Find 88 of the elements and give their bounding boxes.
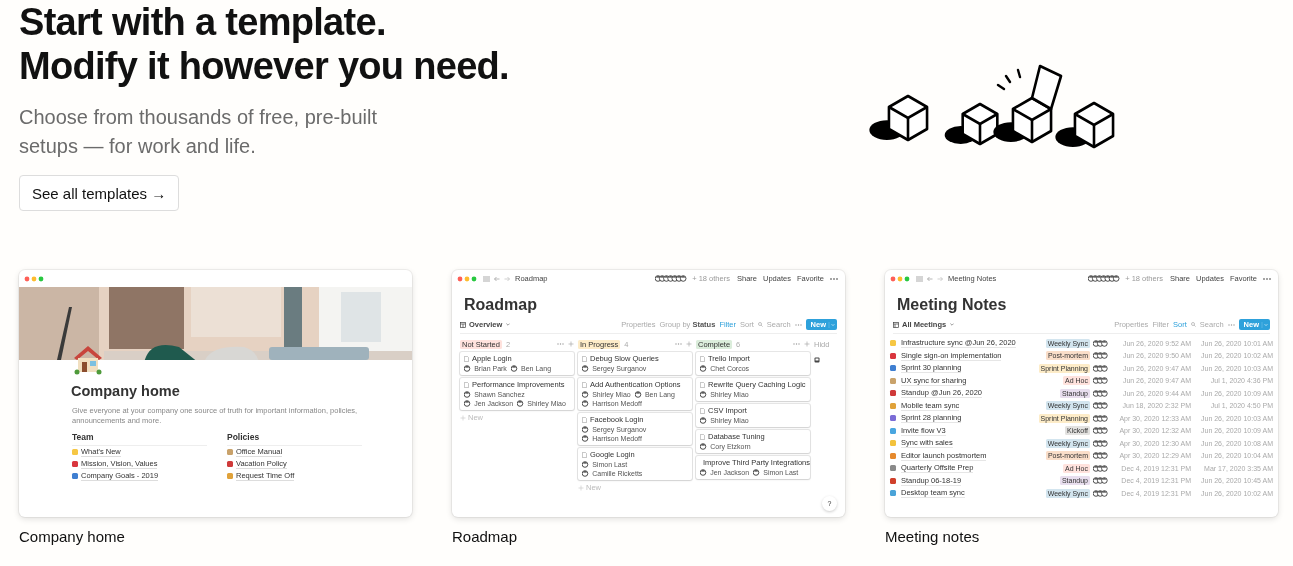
chevron-down-icon[interactable] — [1261, 321, 1269, 328]
inbox-icon — [814, 357, 820, 363]
avatar-icon — [582, 400, 591, 407]
heading-line: Start with a template. — [19, 0, 387, 44]
avatar-icon — [700, 391, 709, 398]
avatar-group-icon — [1093, 339, 1110, 347]
menu-icon[interactable] — [483, 275, 490, 282]
more-icon[interactable] — [830, 277, 838, 280]
subtitle-line: setups — for work and life. — [19, 134, 257, 159]
chevron-down-icon[interactable] — [950, 323, 955, 326]
avatar-group-icon — [1093, 364, 1110, 372]
document-icon — [700, 433, 705, 440]
avatar-icon — [582, 435, 591, 442]
document-icon — [700, 407, 705, 414]
more-icon[interactable] — [1227, 323, 1235, 326]
avatar-group-icon — [1087, 275, 1122, 282]
document-icon — [582, 381, 587, 388]
more-icon[interactable] — [1263, 277, 1271, 280]
document-icon — [582, 451, 587, 458]
window-controls-icon[interactable] — [457, 275, 479, 282]
avatar-group-icon — [1093, 452, 1110, 460]
document-icon — [582, 355, 587, 362]
plus-icon[interactable] — [460, 414, 466, 421]
see-templates-button[interactable]: See all templates → — [19, 175, 180, 211]
table-view-icon — [893, 321, 899, 328]
avatar-icon — [700, 443, 709, 450]
avatar-icon — [582, 365, 591, 372]
avatar-group-icon — [1093, 439, 1110, 447]
avatar-icon — [510, 365, 520, 372]
template-preview[interactable] — [452, 270, 845, 517]
document-icon — [700, 381, 705, 388]
page-title: Meeting Notes — [897, 295, 1008, 315]
avatar-group-icon — [1093, 377, 1110, 385]
page-title: Company home — [71, 383, 181, 399]
heading-line: Modify it however you need. — [19, 44, 510, 88]
avatar-icon — [464, 365, 473, 372]
template-preview[interactable] — [885, 270, 1278, 517]
page-title: Roadmap — [464, 295, 538, 315]
section-heading: Team — [72, 432, 207, 446]
menu-icon[interactable] — [916, 275, 923, 282]
document-icon — [700, 355, 705, 362]
avatar-group-icon — [1093, 477, 1110, 485]
avatar-group-icon — [1093, 402, 1110, 410]
window-controls-icon[interactable] — [24, 275, 46, 282]
chevron-down-icon[interactable] — [828, 321, 836, 328]
avatar-icon — [700, 469, 709, 476]
avatar-group-icon — [1093, 464, 1110, 472]
search-icon[interactable] — [757, 322, 763, 327]
avatar-icon — [464, 400, 473, 407]
subtitle-line: Choose from thousands of free, pre-built — [19, 105, 378, 130]
more-icon[interactable] — [794, 323, 802, 326]
avatar-icon — [464, 391, 473, 398]
chevron-down-icon[interactable] — [506, 323, 511, 326]
plus-icon[interactable] — [568, 341, 574, 347]
template-caption[interactable]: Company home — [19, 528, 412, 545]
avatar-icon — [634, 391, 643, 398]
template-preview[interactable] — [19, 270, 412, 517]
window-controls-icon[interactable] — [890, 275, 912, 282]
document-icon — [582, 416, 587, 423]
avatar-icon — [582, 426, 591, 433]
avatar-icon — [582, 461, 591, 468]
avatar-group-icon — [1093, 414, 1110, 422]
board-view-icon — [460, 321, 466, 328]
avatar-icon — [700, 365, 709, 372]
avatar-icon — [753, 469, 762, 476]
avatar-icon — [582, 391, 591, 398]
section-heading: Policies — [227, 432, 362, 446]
back-arrow-icon[interactable] — [927, 275, 933, 282]
avatar-icon — [700, 417, 709, 424]
avatar-group-icon — [654, 275, 689, 282]
template-caption[interactable]: Roadmap — [452, 528, 845, 545]
template-caption[interactable]: Meeting notes — [885, 528, 1278, 545]
document-icon — [464, 381, 469, 388]
avatar-group-icon — [1093, 389, 1110, 397]
avatar-group-icon — [1093, 352, 1110, 360]
avatar-group-icon — [1093, 427, 1110, 435]
document-icon — [464, 355, 469, 362]
house-icon — [72, 343, 104, 375]
avatar-group-icon — [1093, 489, 1110, 497]
plus-icon[interactable] — [686, 341, 692, 347]
plus-icon[interactable] — [578, 484, 584, 491]
plus-icon[interactable] — [804, 341, 810, 347]
search-icon[interactable] — [1190, 322, 1196, 327]
back-arrow-icon[interactable] — [494, 275, 500, 282]
forward-arrow-icon[interactable] — [504, 275, 510, 282]
forward-arrow-icon[interactable] — [937, 275, 943, 282]
avatar-icon — [517, 400, 526, 407]
avatar-icon — [582, 470, 591, 477]
